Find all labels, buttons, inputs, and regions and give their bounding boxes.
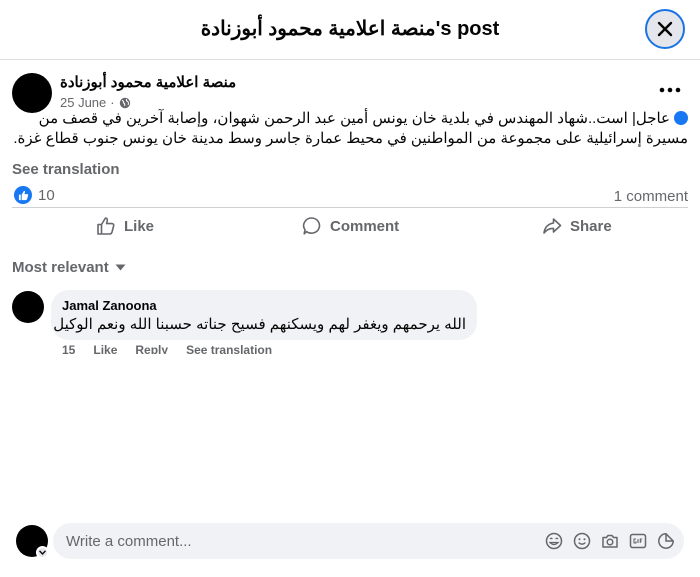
like-label: Like: [124, 217, 155, 235]
sort-label: Most relevant: [12, 259, 109, 276]
comment-icon: [302, 217, 321, 235]
share-button[interactable]: Share: [542, 216, 612, 236]
emoji-icon: [573, 532, 591, 550]
post-author[interactable]: منصة اعلامية محمود أبوزنادة: [60, 73, 236, 91]
comment-label: Comment: [330, 217, 400, 235]
blue-circle-icon: [674, 111, 688, 125]
post-text-line-1: عاجل| است..شهاد المهندس في بلدية خان يون…: [38, 110, 670, 127]
reaction-count: 10: [38, 186, 55, 204]
comment-count[interactable]: 1 comment: [614, 188, 688, 205]
account-switch-badge[interactable]: [36, 546, 49, 559]
avatar-sticker-icon: [545, 532, 563, 550]
gif-button[interactable]: [628, 531, 648, 551]
author-avatar[interactable]: [12, 73, 52, 113]
like-button[interactable]: Like: [96, 216, 154, 236]
comment-button[interactable]: Comment: [302, 216, 399, 236]
comment-like-link[interactable]: Like: [93, 343, 117, 354]
comment-bubble: Jamal Zanoona الله يرحمهم ويغفر لهم ويسك…: [51, 290, 477, 340]
comment-see-translation-link[interactable]: See translation: [186, 343, 272, 354]
sticker-icon: [658, 533, 674, 549]
more-options-icon: [659, 87, 681, 93]
comment-input[interactable]: [53, 523, 523, 559]
share-label: Share: [570, 217, 612, 235]
post-text: عاجل| است..شهاد المهندس في بلدية خان يون…: [12, 109, 688, 149]
post-meta: 25 June ·: [60, 95, 131, 110]
globe-icon: [119, 97, 130, 108]
commenter-avatar[interactable]: [12, 291, 44, 323]
gif-icon: [629, 533, 647, 549]
share-icon: [543, 218, 562, 234]
see-translation-link[interactable]: See translation: [12, 161, 120, 178]
like-reaction-icon: [14, 186, 32, 204]
comment-timestamp[interactable]: 15: [62, 343, 75, 354]
post-options-button[interactable]: [654, 80, 686, 100]
chevron-down-icon: [39, 550, 46, 555]
close-button[interactable]: [645, 9, 685, 49]
comment-reply-link[interactable]: Reply: [135, 343, 168, 354]
comment-actions: 15 Like Reply See translation: [62, 343, 272, 354]
camera-button[interactable]: [600, 531, 620, 551]
reaction-summary[interactable]: 10: [14, 186, 55, 204]
post-text-line-2: مسيرة إسرائيلية على مجموعة من المواطنين …: [13, 130, 688, 147]
emoji-button[interactable]: [572, 531, 592, 551]
thumbs-up-icon: [97, 217, 115, 235]
dialog-header: منصة اعلامية محمود أبوزنادة's post: [0, 0, 700, 60]
comment-composer: [53, 523, 684, 559]
comment-author[interactable]: Jamal Zanoona: [62, 298, 157, 313]
avatar-sticker-button[interactable]: [544, 531, 564, 551]
post-actions-bar: Like Comment Share: [12, 207, 688, 247]
dialog-title: منصة اعلامية محمود أبوزنادة's post: [200, 18, 500, 40]
caret-down-icon: [115, 264, 126, 271]
camera-icon: [602, 534, 618, 548]
close-icon: [657, 21, 673, 37]
post-date[interactable]: 25 June: [60, 95, 106, 110]
comment-sort-dropdown[interactable]: Most relevant: [12, 259, 126, 276]
sticker-button[interactable]: [656, 531, 676, 551]
comment-text: الله يرحمهم ويغفر لهم ويسكنهم فسيح جناته…: [53, 316, 466, 333]
